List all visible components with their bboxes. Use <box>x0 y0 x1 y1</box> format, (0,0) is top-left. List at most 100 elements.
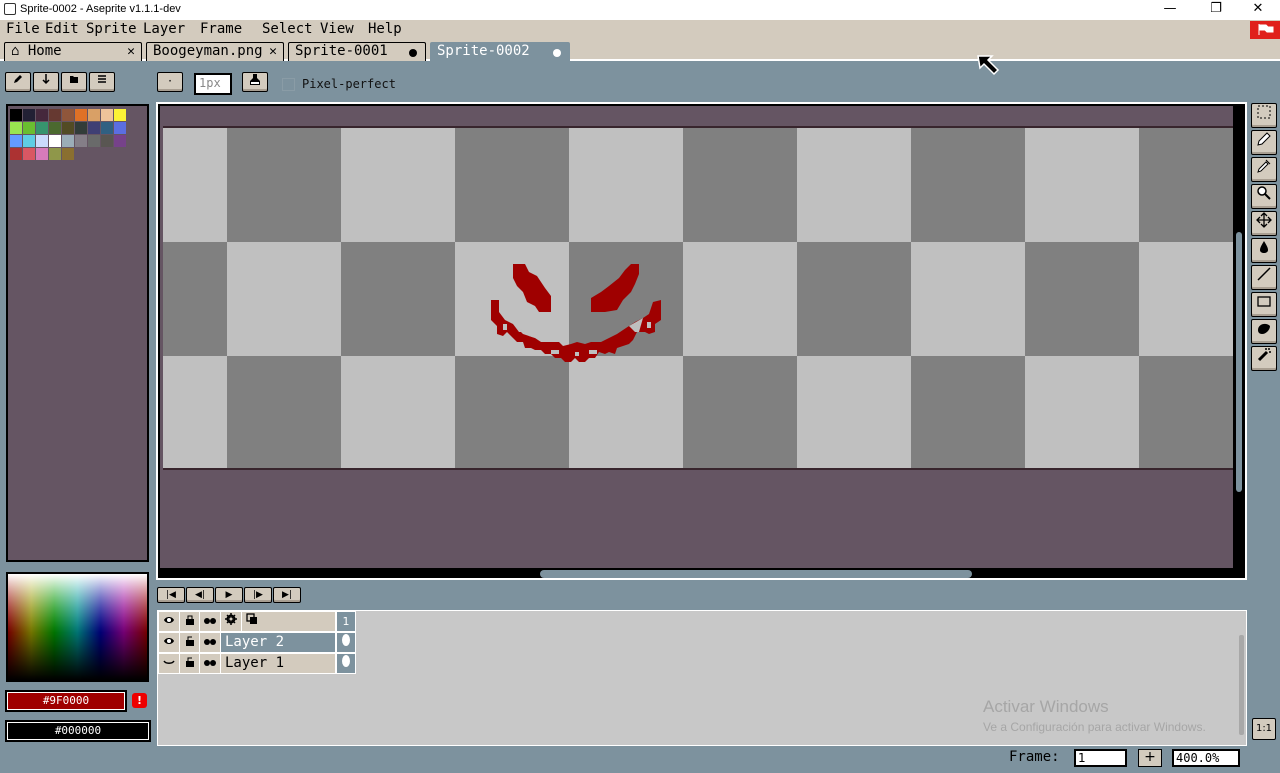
layer-visibility-toggle[interactable] <box>158 653 180 674</box>
timeline-settings-button[interactable] <box>220 611 242 632</box>
layer-continuous-toggle[interactable] <box>199 653 221 674</box>
minimize-button[interactable]: — <box>1148 0 1192 20</box>
visibility-header[interactable] <box>158 611 180 632</box>
palette-swatch[interactable] <box>49 122 61 134</box>
menu-view[interactable]: View <box>320 20 354 39</box>
layer-name-layer-2[interactable]: Layer 2 <box>220 632 336 653</box>
background-color-button[interactable]: #000000 <box>5 720 151 742</box>
palette-swatch[interactable] <box>10 148 22 160</box>
eyedropper-tool[interactable] <box>1251 157 1277 182</box>
palette-swatch[interactable] <box>75 135 87 147</box>
palette-swatch[interactable] <box>114 109 126 121</box>
frame-number-input[interactable]: 1 <box>1074 749 1127 767</box>
palette-swatch[interactable] <box>114 135 126 147</box>
color-spectrum-picker[interactable] <box>6 572 149 682</box>
cel-layer-2-frame-1[interactable] <box>336 632 356 653</box>
menu-frame[interactable]: Frame <box>200 20 242 39</box>
palette-swatch[interactable] <box>36 135 48 147</box>
layer-name-layer-1[interactable]: Layer 1 <box>220 653 336 674</box>
pixel-ratio-button[interactable]: 1:1 <box>1252 718 1276 740</box>
continuous-header[interactable] <box>199 611 221 632</box>
tab-sprite-0002[interactable]: Sprite-0002 <box>430 42 570 61</box>
palette-swatch[interactable] <box>10 122 22 134</box>
zoom-tool[interactable] <box>1251 184 1277 209</box>
sort-palette-button[interactable] <box>33 72 59 92</box>
palette-swatch[interactable] <box>36 122 48 134</box>
palette-swatch[interactable] <box>75 109 87 121</box>
palette-swatch[interactable] <box>101 122 113 134</box>
layer-lock-toggle[interactable] <box>179 653 200 674</box>
editor-viewport[interactable] <box>160 106 1233 568</box>
palette-swatch[interactable] <box>23 135 35 147</box>
line-tool[interactable] <box>1251 265 1277 290</box>
close-window-button[interactable]: ✕ <box>1236 0 1280 20</box>
modified-dot-icon[interactable] <box>409 49 417 57</box>
tab-boogeyman[interactable]: Boogeyman.png ✕ <box>146 42 284 61</box>
pencil-tool[interactable] <box>1251 130 1277 155</box>
palette-swatch[interactable] <box>101 109 113 121</box>
marquee-tool[interactable] <box>1251 103 1277 128</box>
layer-continuous-toggle[interactable] <box>199 632 221 653</box>
palette-swatch[interactable] <box>101 135 113 147</box>
palette-swatch[interactable] <box>23 109 35 121</box>
palette-swatch[interactable] <box>23 148 35 160</box>
rectangle-tool[interactable] <box>1251 292 1277 317</box>
horizontal-scrollbar[interactable] <box>540 570 972 578</box>
palette-swatch[interactable] <box>75 122 87 134</box>
layer-visibility-toggle[interactable] <box>158 632 180 653</box>
paint-bucket-tool[interactable] <box>1251 238 1277 263</box>
menu-select[interactable]: Select <box>262 20 313 39</box>
palette-swatch[interactable] <box>62 148 74 160</box>
palette-swatch[interactable] <box>23 122 35 134</box>
sprite-editor[interactable] <box>156 102 1247 580</box>
cel-layer-1-frame-1[interactable] <box>336 653 356 674</box>
palette-swatch[interactable] <box>62 122 74 134</box>
timeline-scrollbar[interactable] <box>1239 635 1244 735</box>
palette-swatch[interactable] <box>49 135 61 147</box>
move-tool[interactable] <box>1251 211 1277 236</box>
menu-file[interactable]: File <box>6 20 40 39</box>
tab-home[interactable]: ⌂ Home ✕ <box>4 42 142 61</box>
restore-button[interactable]: ❐ <box>1194 0 1238 20</box>
warning-icon[interactable]: ! <box>132 693 147 708</box>
foreground-color-button[interactable]: #9F0000 <box>5 690 127 712</box>
presets-button[interactable] <box>61 72 87 92</box>
menu-help[interactable]: Help <box>368 20 402 39</box>
ink-button[interactable] <box>242 72 268 92</box>
menu-layer[interactable]: Layer <box>143 20 185 39</box>
palette-swatch[interactable] <box>10 109 22 121</box>
palette-swatch[interactable] <box>62 135 74 147</box>
brush-size-input[interactable]: 1px <box>194 73 232 95</box>
palette-swatch[interactable] <box>88 109 100 121</box>
layer-lock-toggle[interactable] <box>179 632 200 653</box>
play-button[interactable]: ▶ <box>215 587 243 603</box>
edit-palette-button[interactable] <box>5 72 31 92</box>
onion-skin-button[interactable] <box>241 611 336 632</box>
tab-sprite-0001[interactable]: Sprite-0001 <box>288 42 426 61</box>
tab-close-icon[interactable]: ✕ <box>267 43 277 60</box>
modified-dot-icon[interactable] <box>553 49 561 57</box>
palette-swatch[interactable] <box>49 109 61 121</box>
next-frame-button[interactable]: |▶ <box>244 587 272 603</box>
brush-type-button[interactable]: · <box>157 72 183 92</box>
first-frame-button[interactable]: |◀ <box>157 587 185 603</box>
vertical-scrollbar[interactable] <box>1236 232 1242 492</box>
tab-close-icon[interactable]: ✕ <box>127 43 135 60</box>
sprite-canvas[interactable] <box>163 126 1233 470</box>
palette-swatch[interactable] <box>10 135 22 147</box>
add-frame-button[interactable]: + <box>1138 749 1162 767</box>
palette-options-button[interactable] <box>89 72 115 92</box>
pixel-perfect-checkbox[interactable] <box>282 78 295 91</box>
spray-tool[interactable] <box>1251 346 1277 371</box>
lock-header[interactable] <box>179 611 200 632</box>
notifications-flag-button[interactable] <box>1250 21 1280 39</box>
ellipse-tool[interactable] <box>1251 319 1277 344</box>
palette-swatch[interactable] <box>49 148 61 160</box>
menu-edit[interactable]: Edit <box>45 20 79 39</box>
palette-swatch[interactable] <box>114 122 126 134</box>
menu-sprite[interactable]: Sprite <box>86 20 137 39</box>
palette-swatch[interactable] <box>88 135 100 147</box>
previous-frame-button[interactable]: ◀| <box>186 587 214 603</box>
last-frame-button[interactable]: ▶| <box>273 587 301 603</box>
palette-swatch[interactable] <box>88 122 100 134</box>
